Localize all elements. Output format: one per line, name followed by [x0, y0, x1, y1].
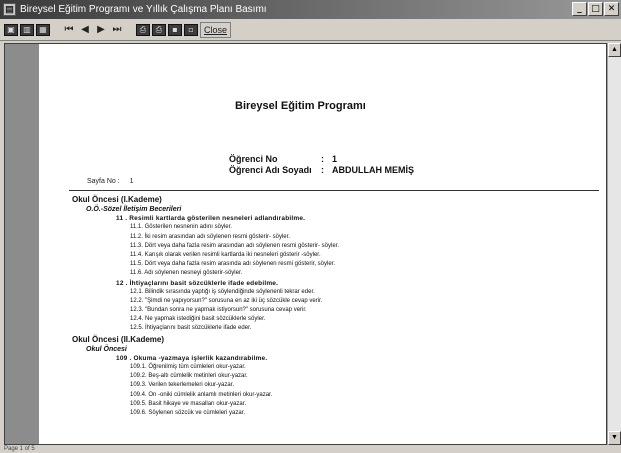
print-setup-icon[interactable]: ⎙ [136, 23, 150, 36]
goal-line: 11 . Resimli kartlarda gösterilen nesnel… [116, 215, 306, 223]
objective-line: 12.5. İhtiyaçlarını basit sözcüklerle if… [130, 325, 252, 332]
save-icon[interactable]: ▪ [168, 23, 182, 36]
page-number-label: Sayfa No : 1 [87, 178, 134, 185]
objective-line: 109.3. Verilen tekerlemeleri okur-yazar. [130, 382, 235, 389]
scroll-up-icon[interactable]: ▲ [608, 43, 621, 57]
objective-line: 11.5. Dört veya daha fazla resim arasınd… [130, 261, 335, 268]
subsection-heading: Okul Öncesi [86, 345, 127, 353]
scroll-down-icon[interactable]: ▼ [608, 431, 621, 445]
close-button[interactable]: Close [200, 21, 232, 38]
goal-line: 12 . İhtiyaçlarını basit sözcüklerle ifa… [116, 279, 279, 287]
objective-line: 109.4. On -oniki cümlelik anlamlı metinl… [130, 391, 273, 398]
print-icon[interactable]: ⎙ [152, 23, 166, 36]
report-page: Bireysel Eğitim Programı Öğrenci No : 1 … [39, 44, 606, 444]
student-no-label: Öğrenci No [229, 154, 278, 164]
section-heading: Okul Öncesi (II.Kademe) [72, 334, 165, 344]
page-number-value: 1 [129, 178, 134, 185]
header-divider [69, 190, 599, 191]
objective-line: 11.2. İki resim arasından adı söylenen r… [130, 233, 290, 240]
student-name-value: ABDULLAH MEMİŞ [332, 165, 414, 175]
objective-line: 12.2. "Şimdi ne yapıyorsun?" sorusuna en… [130, 297, 323, 304]
window-controls: _ □ ✕ [572, 2, 619, 16]
student-name-label: Öğrenci Adı Soyadı [229, 165, 312, 175]
last-page-icon[interactable]: ⏭ [110, 22, 124, 38]
objective-line: 109.6. Söylenen sözcük ve cümleleri yaza… [130, 409, 246, 416]
subsection-heading: O.Ö.-Sözel İletişim Becerileri [86, 206, 182, 213]
objective-line: 109.5. Basit hikaye ve masalları okur-ya… [130, 400, 247, 407]
report-preview-window: ▤ Bireysel Eğitim Programı ve Yıllık Çal… [0, 0, 621, 453]
maximize-button[interactable]: □ [588, 2, 603, 16]
previous-page-icon[interactable]: ◀ [78, 22, 92, 38]
objective-line: 11.4. Karışık olarak verilen resimli kar… [130, 251, 321, 258]
objective-line: 12.1. Bilindik sırasında yaptığı iş söyl… [130, 288, 315, 295]
student-no-value: 1 [332, 154, 338, 164]
student-no-separator: : [321, 154, 324, 164]
objective-line: 11.3. Dört veya daha fazla resim arasınd… [130, 242, 339, 249]
minimize-button[interactable]: _ [572, 2, 587, 16]
document-title: Bireysel Eğitim Programı [235, 100, 366, 112]
open-icon[interactable]: ▫ [184, 23, 198, 36]
objective-line: 12.3. "Bundan sonra ne yapmak istiyorsun… [130, 307, 307, 314]
objective-line: 11.1. Gösterilen nesnenin adını söyler. [130, 224, 232, 231]
section-heading: Okul Öncesi (I.Kademe) [72, 195, 162, 204]
next-page-icon[interactable]: ▶ [94, 22, 108, 38]
zoom-100-icon[interactable]: ▦ [36, 23, 50, 36]
status-bar: Page 1 of 5 [0, 445, 621, 453]
goal-line: 109 . Okuma -yazmaya işlerlik kazandırab… [116, 354, 268, 362]
title-bar[interactable]: ▤ Bireysel Eğitim Programı ve Yıllık Çal… [0, 0, 621, 19]
report-body: Okul Öncesi (I.Kademe) O.Ö.-Sözel İletişi… [72, 194, 602, 418]
preview-area[interactable]: Bireysel Eğitim Programı Öğrenci No : 1 … [4, 43, 607, 445]
student-name-separator: : [321, 165, 324, 175]
app-icon: ▤ [3, 3, 16, 16]
window-title: Bireysel Eğitim Programı ve Yıllık Çalış… [20, 4, 267, 15]
objective-line: 109.1. Öğrenilmiş tüm cümleleri okur-yaz… [130, 364, 246, 370]
first-page-icon[interactable]: ⏮ [62, 22, 76, 38]
objective-line: 12.4. Ne yapmak istediğini basit sözcükl… [130, 316, 266, 323]
close-window-button[interactable]: ✕ [604, 2, 619, 16]
preview-toolbar: ▣ ▥ ▦ ⏮ ◀ ▶ ⏭ ⎙ ⎙ ▪ ▫ Close [0, 19, 621, 41]
vertical-scrollbar[interactable]: ▲ ▼ [607, 43, 621, 445]
whole-page-icon[interactable]: ▣ [4, 23, 18, 36]
page-width-icon[interactable]: ▥ [20, 23, 34, 36]
objective-line: 109.2. Beş-altı cümlelik metinleri okur-… [130, 373, 248, 380]
objective-line: 11.6. Adı söylenen nesneyi gösterir-söyl… [130, 270, 243, 277]
